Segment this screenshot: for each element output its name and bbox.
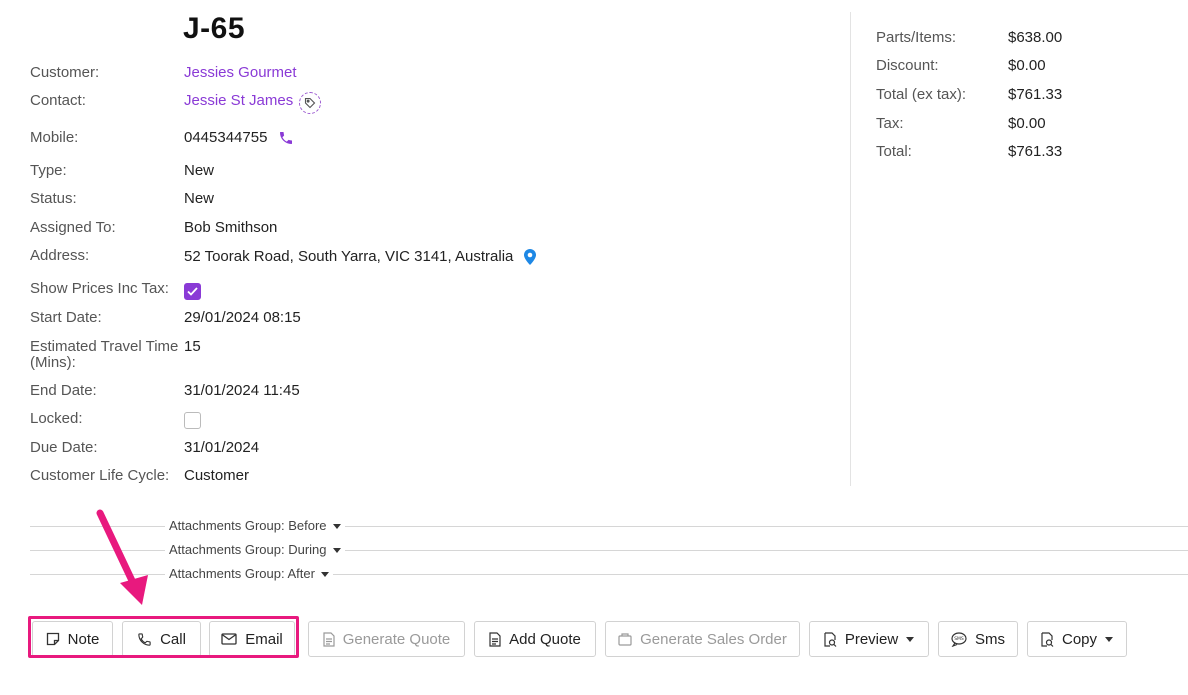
attachments-group-before-toggle[interactable]: Attachments Group: Before <box>165 518 345 534</box>
type-label: Type: <box>30 162 67 179</box>
attachments-group-during: Attachments Group: During <box>30 542 1188 558</box>
end-date-value: 31/01/2024 11:45 <box>184 382 300 399</box>
address-value: 52 Toorak Road, South Yarra, VIC 3141, A… <box>184 248 514 265</box>
locked-checkbox[interactable] <box>184 412 201 429</box>
caret-down-icon <box>332 547 341 553</box>
mobile-label: Mobile: <box>30 129 79 146</box>
email-button-label: Email <box>245 630 283 648</box>
due-date-label: Due Date: <box>30 439 98 456</box>
add-quote-button[interactable]: Add Quote <box>474 621 596 657</box>
note-button-label: Note <box>67 630 100 648</box>
copy-button[interactable]: Copy <box>1027 621 1127 657</box>
sms-bubble-icon: SMS <box>951 631 967 647</box>
generate-sales-order-button[interactable]: Generate Sales Order <box>605 621 800 657</box>
discount-label: Discount: <box>876 57 939 74</box>
preview-label: Preview <box>844 630 899 648</box>
email-button[interactable]: Email <box>209 621 295 657</box>
map-pin-icon[interactable] <box>522 248 538 271</box>
total-ex-tax-value: $761.33 <box>1008 86 1063 103</box>
phone-icon[interactable] <box>278 130 294 151</box>
customer-life-cycle-label: Customer Life Cycle: <box>30 467 170 484</box>
job-title: J-65 <box>183 12 246 45</box>
assigned-to-value: Bob Smithson <box>184 219 278 236</box>
locked-label: Locked: <box>30 410 83 427</box>
phone-icon <box>138 632 151 646</box>
attachments-group-during-label: Attachments Group: During <box>169 542 327 557</box>
add-quote-label: Add Quote <box>509 630 581 648</box>
document-icon <box>323 631 335 647</box>
contact-link[interactable]: Jessie St James <box>184 93 293 109</box>
caret-down-icon <box>906 636 915 642</box>
travel-time-label: Estimated Travel Time (Mins): <box>30 338 179 371</box>
document-icon <box>489 631 501 647</box>
tax-label: Tax: <box>876 115 904 132</box>
type-value: New <box>184 162 215 179</box>
status-value: New <box>184 190 215 207</box>
annotation-arrow-icon <box>96 509 148 605</box>
sms-button[interactable]: SMS Sms <box>938 621 1018 657</box>
envelope-icon <box>221 633 237 645</box>
attachments-group-after: Attachments Group: After <box>30 566 1188 582</box>
copy-icon <box>1041 631 1054 647</box>
sms-label: Sms <box>975 630 1005 648</box>
discount-value: $0.00 <box>1008 57 1046 74</box>
tag-icon[interactable] <box>299 92 321 114</box>
attachments-group-during-toggle[interactable]: Attachments Group: During <box>165 542 345 558</box>
tax-value: $0.00 <box>1008 115 1046 132</box>
attachments-group-before-label: Attachments Group: Before <box>169 518 327 533</box>
show-prices-inc-tax-label: Show Prices Inc Tax: <box>30 280 169 297</box>
call-button-label: Call <box>160 630 186 648</box>
call-button[interactable]: Call <box>122 621 201 657</box>
total-value: $761.33 <box>1008 143 1063 160</box>
column-divider <box>850 12 851 486</box>
contact-label: Contact: <box>30 92 86 109</box>
svg-text:SMS: SMS <box>954 636 964 642</box>
caret-down-icon <box>332 523 341 529</box>
document-icon <box>618 632 632 646</box>
total-label: Total: <box>876 143 912 160</box>
caret-down-icon <box>320 571 329 577</box>
customer-link[interactable]: Jessies Gourmet <box>184 65 297 81</box>
note-icon <box>46 632 59 646</box>
attachments-group-after-label: Attachments Group: After <box>169 566 315 581</box>
customer-life-cycle-value: Customer <box>184 467 250 484</box>
copy-label: Copy <box>1061 630 1098 648</box>
due-date-value: 31/01/2024 <box>184 439 260 456</box>
note-button[interactable]: Note <box>32 621 113 657</box>
attachments-group-after-toggle[interactable]: Attachments Group: After <box>165 566 333 582</box>
end-date-label: End Date: <box>30 382 97 399</box>
attachments-group-before: Attachments Group: Before <box>30 518 1188 534</box>
customer-label: Customer: <box>30 64 100 81</box>
preview-button[interactable]: Preview <box>809 621 929 657</box>
status-label: Status: <box>30 190 77 207</box>
travel-time-value: 15 <box>184 338 201 355</box>
preview-icon <box>824 631 837 647</box>
start-date-label: Start Date: <box>30 309 102 326</box>
generate-sales-order-label: Generate Sales Order <box>640 630 787 648</box>
parts-items-label: Parts/Items: <box>876 29 957 46</box>
assigned-to-label: Assigned To: <box>30 219 116 236</box>
total-ex-tax-label: Total (ex tax): <box>876 86 967 103</box>
show-prices-inc-tax-checkbox[interactable] <box>184 283 201 300</box>
address-label: Address: <box>30 247 90 264</box>
mobile-value: 0445344755 <box>184 129 268 146</box>
generate-quote-button[interactable]: Generate Quote <box>308 621 465 657</box>
caret-down-icon <box>1105 636 1114 642</box>
generate-quote-label: Generate Quote <box>342 630 451 648</box>
start-date-value: 29/01/2024 08:15 <box>184 309 301 326</box>
parts-items-value: $638.00 <box>1008 29 1063 46</box>
